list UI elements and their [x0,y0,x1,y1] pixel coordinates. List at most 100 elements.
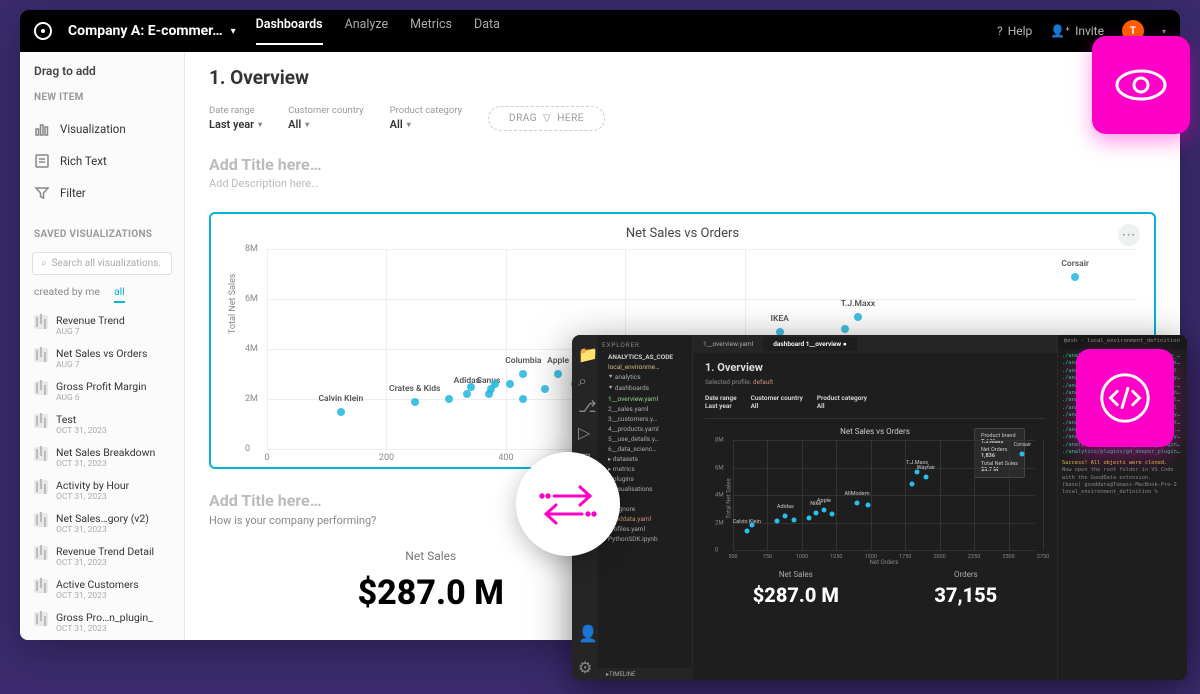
nav-metrics[interactable]: Metrics [410,17,452,45]
sync-indicator [516,452,620,556]
profile-indicator: Selected profile: default [705,378,1045,386]
filter-drop-zone[interactable]: DRAG▽HERE [488,106,605,131]
saved-viz-tabs: created by me all [20,279,184,303]
tree-item[interactable]: ⯆ analytics [602,372,688,383]
viz-thumbnail-icon [34,480,48,494]
nav-dashboards[interactable]: Dashboards [256,17,323,45]
chart-point[interactable] [554,370,562,378]
timeline-label[interactable]: ▸ TIMELINE [598,668,693,680]
tab-all[interactable]: all [114,285,125,303]
saved-viz-item[interactable]: Gross Profit MarginAUG 6 [20,375,184,408]
settings-icon[interactable]: ⚙ [578,658,592,672]
workspace-picker[interactable]: Company A: E-commer… [68,23,223,39]
person-plus-icon: 👤⁺ [1050,24,1070,38]
chart-point[interactable] [491,380,499,388]
chart-point[interactable] [337,408,345,416]
chart-point-label: Columbia [505,356,541,366]
viz-thumbnail-icon [34,315,48,329]
tree-item[interactable]: 1__overview.yaml [602,394,688,404]
funnel-icon [34,185,50,201]
new-visualization-item[interactable]: Visualization [20,113,184,145]
chart-point[interactable] [854,313,862,321]
eye-icon [1111,55,1171,115]
filter-customer-country[interactable]: Customer countryAll▾ [288,105,363,131]
new-filter-item[interactable]: Filter [20,177,184,209]
saved-viz-item[interactable]: Revenue Trend DetailOCT 31, 2023 [20,540,184,573]
filter-product-category[interactable]: Product categoryAll▾ [390,105,462,131]
tree-item[interactable]: 2__sales.yaml [602,404,688,414]
tree-item[interactable]: ⯆ dashboards [602,383,688,394]
chevron-down-icon: ▾ [258,120,262,129]
saved-viz-item[interactable]: Net Sales BreakdownOCT 31, 2023 [20,441,184,474]
saved-viz-item[interactable]: Activity by HourOCT 31, 2023 [20,474,184,507]
sidebar-drag-title: Drag to add [20,64,184,88]
saved-viz-item[interactable]: Net Sales vs OrdersAUG 7 [20,342,184,375]
account-icon[interactable]: 👤 [578,624,592,638]
dashboard-preview: 1. Overview Selected profile: default Da… [693,353,1057,680]
tree-item[interactable]: 4__products.yaml [602,424,688,434]
preview-filter-category[interactable]: Product categoryAll [817,394,867,410]
page-title: 1. Overview [209,66,1156,89]
saved-viz-item[interactable]: Active CustomersOCT 31, 2023 [20,573,184,606]
chart-point[interactable] [463,390,471,398]
chart-point[interactable] [445,395,453,403]
tree-item[interactable]: 5__use_details.y… [602,434,688,444]
saved-viz-item[interactable]: TestOCT 31, 2023 [20,408,184,441]
bidirectional-arrows-icon [536,472,600,536]
explorer-icon[interactable]: 📁 [578,345,592,359]
debug-icon[interactable]: ▷ [578,423,592,437]
saved-viz-item[interactable]: Net Sales…gory (v2)OCT 31, 2023 [20,507,184,540]
invite-link[interactable]: 👤⁺Invite [1050,24,1104,38]
nav-analyze[interactable]: Analyze [345,17,389,45]
help-icon: ? [997,24,1003,38]
viz-thumbnail-icon [34,447,48,461]
filter-date-range[interactable]: Date rangeLast year▾ [209,105,262,131]
chart-point[interactable] [411,398,419,406]
section-desc-placeholder[interactable]: Add Description here… [209,177,1156,190]
new-rich-text-item[interactable]: Rich Text [20,145,184,177]
source-control-icon[interactable]: ⎇ [578,397,592,411]
help-link[interactable]: ?Help [997,24,1032,38]
editor-tab-yaml[interactable]: 1__overview.yaml [693,337,763,351]
saved-viz-item[interactable]: Gross Pro…n_plugin_OCT 31, 2023 [20,606,184,639]
editor-tab-dashboard[interactable]: dashboard 1__overview ● [763,337,857,351]
tree-item[interactable]: ▸ datasets [602,454,688,464]
tree-item[interactable]: ▸ metrics [602,464,688,474]
chart-point[interactable] [1071,273,1079,281]
saved-viz-item[interactable]: Orders Paid - USAOCT 31, 2023 [20,639,184,640]
preview-filter-country[interactable]: Customer countryAll [751,394,803,410]
preview-filter-date[interactable]: Date rangeLast year [705,394,737,410]
chevron-down-icon: ▾ [407,120,411,129]
saved-viz-section-label: SAVED VISUALIZATIONS [20,225,184,244]
nav-data[interactable]: Data [474,17,500,45]
chart-point[interactable] [519,395,527,403]
tree-item[interactable]: 6__data_scienc… [602,444,688,454]
tree-item[interactable]: 3__customers.y… [602,414,688,424]
dark-kpi-orders: Orders37,155 [934,570,997,607]
saved-visualizations-list: Revenue TrendAUG 7Net Sales vs OrdersAUG… [20,309,184,640]
chevron-down-icon[interactable]: ▾ [231,26,236,37]
tree-root[interactable]: ANALYTICS_AS_CODE [602,352,688,362]
preview-mode-badge [1092,36,1190,134]
chart-point[interactable] [506,380,514,388]
terminal-tail-2: (base) gooddata@Tomass-MacBook-Pro-2 loc… [1062,482,1183,497]
editor-tabs: 1__overview.yaml dashboard 1__overview ● [693,335,1057,353]
search-visualizations-input[interactable]: ⌕Search all visualizations. [32,252,172,275]
chart-point[interactable] [519,370,527,378]
dark-chart-card: Net Sales vs Orders Total Net Sales Net … [705,418,1045,607]
terminal-success: Success! All objects were cloned. [1062,460,1183,467]
tree-item[interactable]: PythonSDK.ipynb [602,534,688,544]
section-title-placeholder[interactable]: Add Title here… [209,155,1156,174]
chart-point[interactable] [541,385,549,393]
funnel-icon: ▽ [543,113,551,124]
search-icon[interactable]: ⌕ [578,371,592,385]
chart-point-label: T.J.Maxx [841,299,875,309]
chart-point[interactable] [841,325,849,333]
user-menu-chevron-icon[interactable]: ▾ [1162,27,1166,36]
tree-item[interactable]: local_environme… [602,362,688,372]
saved-viz-item[interactable]: Revenue TrendAUG 7 [20,309,184,342]
app-logo-icon[interactable] [34,22,52,40]
tab-created-by-me[interactable]: created by me [34,285,100,303]
chart-more-button[interactable]: ⋯ [1118,224,1140,246]
explorer-title: EXPLORER [602,341,688,349]
